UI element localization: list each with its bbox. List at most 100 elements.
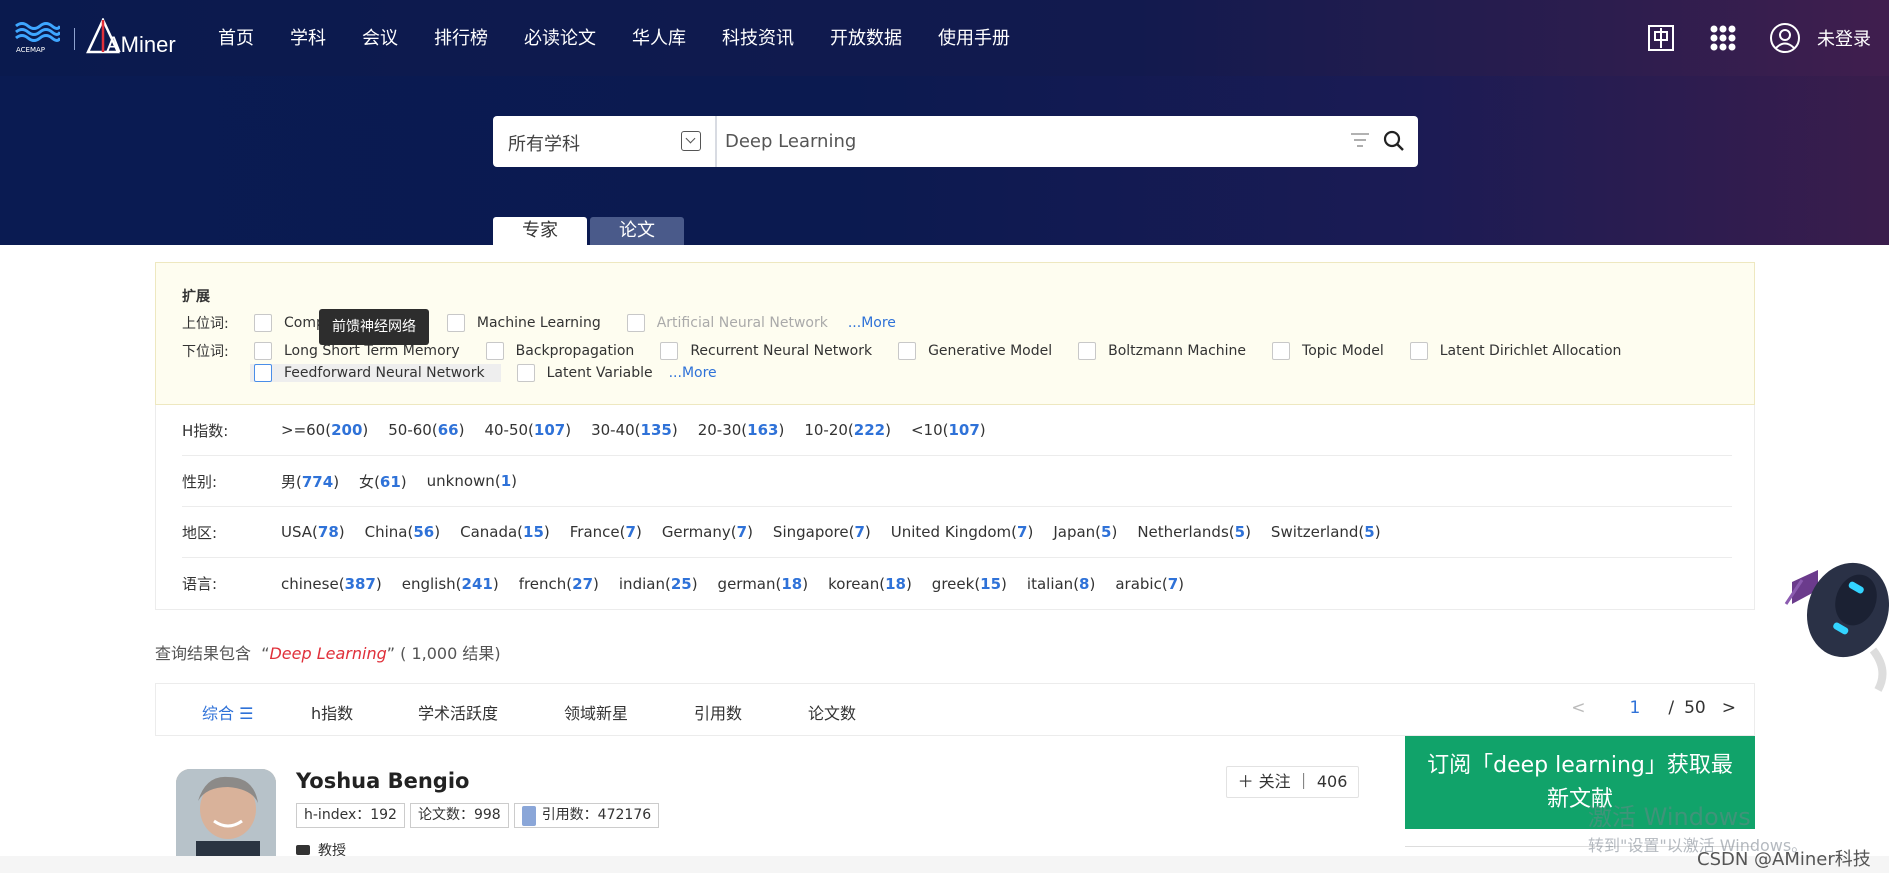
sort-bar: 综合 ☰ h指数 学术活跃度 领域新星 引用数 论文数 < 1 / 50 > [155,683,1755,736]
assistant-robot-icon[interactable] [1778,540,1889,700]
facet-option[interactable]: french(27) [519,575,599,593]
hyponym-row-2: Feedforward Neural Network Latent Variab… [250,362,717,384]
search-tabs: 专家 论文 [493,217,687,245]
facet-language: 语言: chinese(387) english(241) french(27)… [182,574,1184,594]
avatar[interactable] [176,769,276,869]
facet-option[interactable]: english(241) [402,575,499,593]
facet-option[interactable]: greek(15) [932,575,1007,593]
citation-icon [521,805,536,826]
user-avatar-icon[interactable] [1765,18,1805,58]
nav-rankings[interactable]: 排行榜 [434,26,488,52]
facet-option[interactable]: italian(8) [1027,575,1095,593]
nav-must-read[interactable]: 必读论文 [524,26,596,52]
hypernym-checkbox[interactable]: Artificial Neural Network [626,314,828,332]
nav-conferences[interactable]: 会议 [362,26,398,52]
facet-option[interactable]: Germany(7) [662,523,753,541]
search-input[interactable] [725,124,1325,158]
sort-activity[interactable]: 学术活跃度 [418,700,498,724]
nav-subjects[interactable]: 学科 [290,26,326,52]
bottom-bar [0,856,1889,873]
expert-card: Yoshua Bengio h-index：192 论文数：998 引用数：47… [155,736,1379,873]
facet-option[interactable]: chinese(387) [281,575,382,593]
facet-option[interactable]: USA(78) [281,523,345,541]
main-nav: 首页 学科 会议 排行榜 必读论文 华人库 科技资讯 开放数据 使用手册 [218,26,1046,52]
facet-option[interactable]: France(7) [570,523,642,541]
facet-option[interactable]: Japan(5) [1053,523,1117,541]
hyponym-checkbox[interactable]: Generative Model [898,342,1052,360]
facet-option[interactable]: german(18) [718,575,809,593]
hypernym-more-link[interactable]: ...More [848,315,896,331]
facet-option[interactable]: arabic(7) [1115,575,1184,593]
facet-option[interactable]: Canada(15) [460,523,550,541]
citations-badge: 引用数：472176 [513,803,660,828]
hyponym-checkbox-hovered[interactable]: Feedforward Neural Network [250,364,501,382]
filter-icon[interactable] [1350,131,1370,153]
query-highlight: Deep Learning [269,644,387,663]
hyponym-checkbox[interactable]: Latent Variable [516,364,653,382]
sort-hindex[interactable]: h指数 [311,700,353,724]
hypernym-checkbox[interactable]: Comp [254,314,325,332]
nav-chinese-scholars[interactable]: 华人库 [632,26,686,52]
facet-option[interactable]: Singapore(7) [773,523,871,541]
chevron-left-icon[interactable]: < [1571,698,1585,718]
facet-option[interactable]: unknown(1) [427,472,517,490]
hyponym-checkbox[interactable]: Boltzmann Machine [1078,342,1246,360]
subject-select[interactable]: 所有学科 [493,116,717,167]
pagination: < 1 / 50 > [1571,698,1736,718]
facet-option[interactable]: 40-50(107) [484,421,571,439]
facet-option[interactable]: korean(18) [828,575,912,593]
windows-activation-watermark: 激活 Windows [1588,803,1751,831]
tab-experts[interactable]: 专家 [493,217,587,245]
facet-hindex: H指数: >=60(200) 50-60(66) 40-50(107) 30-4… [182,405,1732,456]
chevron-right-icon[interactable]: > [1722,698,1736,718]
facet-gender: 性别: 男(774) 女(61) unknown(1) [182,456,1732,507]
facet-option[interactable]: indian(25) [619,575,698,593]
hypernym-row: 上位词: Comp Machine Learning Artificial Ne… [182,314,896,332]
nav-home[interactable]: 首页 [218,26,254,52]
facet-option[interactable]: 10-20(222) [804,421,891,439]
search-icon[interactable] [1382,129,1406,157]
user-toolbar: 未登录 [1619,18,1871,58]
nav-tech-news[interactable]: 科技资讯 [722,26,794,52]
logo-divider [74,28,75,50]
expert-name[interactable]: Yoshua Bengio [296,769,469,793]
facet-option[interactable]: 30-40(135) [591,421,678,439]
sort-rising-star[interactable]: 领域新星 [564,700,628,724]
facet-option[interactable]: 20-30(163) [698,421,785,439]
hyponym-more-link[interactable]: ...More [669,365,717,381]
hyponym-checkbox[interactable]: Recurrent Neural Network [660,342,872,360]
login-link[interactable]: 未登录 [1817,25,1871,51]
follow-button[interactable]: ＋ 关注 ｜ 406 [1226,766,1359,798]
hyponym-checkbox[interactable]: Topic Model [1272,342,1384,360]
nav-open-data[interactable]: 开放数据 [830,26,902,52]
facet-option[interactable]: United Kingdom(7) [891,523,1034,541]
expert-stats: h-index：192 论文数：998 引用数：472176 [296,803,664,828]
papers-badge: 论文数：998 [409,803,509,828]
aminer-logo[interactable]: AMiner [86,18,186,58]
facet-option[interactable]: 男(774) [281,471,339,492]
tab-papers[interactable]: 论文 [590,217,684,245]
hindex-badge: h-index：192 [296,803,405,828]
facet-option[interactable]: Switzerland(5) [1271,523,1381,541]
facet-option[interactable]: >=60(200) [281,421,368,439]
hypernym-checkbox[interactable]: Machine Learning [446,314,601,332]
sort-papers[interactable]: 论文数 [808,700,856,724]
nav-manual[interactable]: 使用手册 [938,26,1010,52]
hyponym-checkbox[interactable]: Backpropagation [485,342,634,360]
sort-overall[interactable]: 综合 ☰ [202,700,253,724]
facet-option[interactable]: 女(61) [359,471,407,492]
acemap-logo[interactable]: ACEMAP [14,20,62,54]
hyponym-checkbox[interactable]: Latent Dirichlet Allocation [1409,342,1621,360]
chevron-down-icon [681,131,701,151]
apps-grid-icon[interactable] [1703,18,1743,58]
facet-option[interactable]: Netherlands(5) [1137,523,1251,541]
facet-option[interactable]: <10(107) [911,421,986,439]
language-switch-icon[interactable] [1641,18,1681,58]
expansion-title: 扩展 [182,289,210,305]
facet-option[interactable]: China(56) [365,523,440,541]
facet-option[interactable]: 50-60(66) [388,421,464,439]
page-current[interactable]: 1 [1630,698,1641,718]
page-total: 50 [1684,698,1706,718]
sort-citations[interactable]: 引用数 [694,700,742,724]
svg-text:ACEMAP: ACEMAP [16,46,45,54]
